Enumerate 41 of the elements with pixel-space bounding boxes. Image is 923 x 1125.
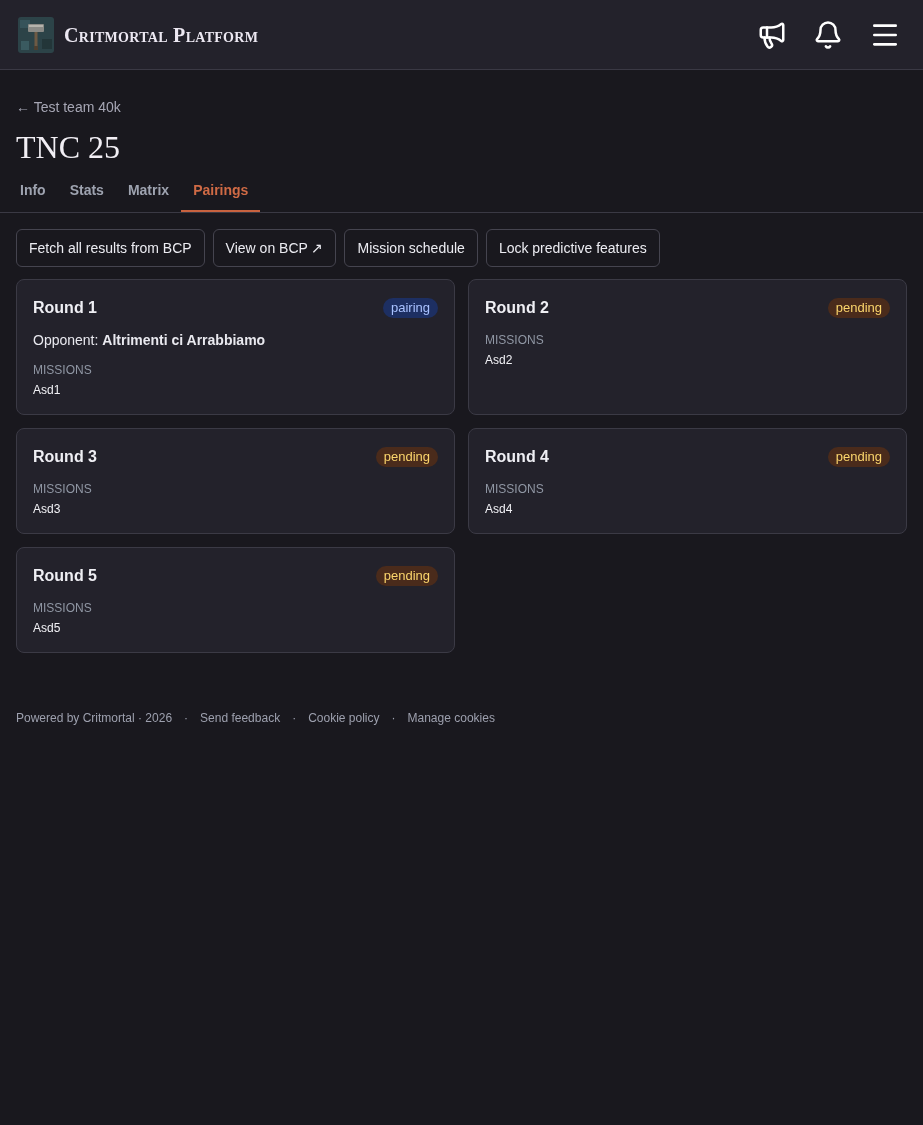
missions-label: MISSIONS [485,481,544,497]
round-title: Round 5 [33,566,97,586]
tab[interactable]: Matrix [115,172,182,212]
action-button[interactable]: Lock predictive features [485,229,660,267]
status-badge: pending [827,447,890,467]
missions-label: MISSIONS [33,600,92,616]
footer-link[interactable]: Cookie policy [308,710,380,726]
mission-name: Asd5 [33,620,61,636]
status-badge: pairing [382,298,438,318]
round-title: Round 3 [33,447,97,467]
status-badge: pending [375,566,438,586]
mission-name: Asd3 [33,501,61,517]
separator-dot: · [391,710,396,726]
page-title: TNC 25 [16,128,120,167]
mission-name: Asd1 [33,382,61,398]
missions-label: MISSIONS [485,332,544,348]
action-button[interactable]: Mission schedule [344,229,478,267]
action-button[interactable]: View on BCP ↗ [212,229,337,267]
notifications-icon[interactable] [813,19,843,50]
opponent-text: Opponent: Altrimenti ci Arrabbiamo [33,331,266,350]
action-button[interactable]: Fetch all results from BCP [16,229,205,267]
footer-link[interactable]: Send feedback [200,710,281,726]
missions-label: MISSIONS [33,362,92,378]
footer-link[interactable]: Manage cookies [407,710,495,726]
hammer-logo-icon [18,16,54,53]
footer-credit: Powered by Critmortal · 2026 [16,710,173,726]
round-title: Round 2 [485,298,549,318]
tab[interactable]: Stats [57,172,116,212]
separator-dot: · [184,710,189,726]
round-title: Round 4 [485,447,549,467]
status-badge: pending [375,447,438,467]
app-title: Critmortal Platform [64,22,259,48]
back-link[interactable]: ← Test team 40k [16,97,121,117]
tab[interactable]: Pairings [181,172,261,212]
mission-name: Asd2 [485,352,513,368]
missions-label: MISSIONS [33,481,92,497]
status-badge: pending [827,298,890,318]
separator-dot: · [292,710,297,726]
round-title: Round 1 [33,298,97,318]
tab[interactable]: Info [8,172,58,212]
mission-name: Asd4 [485,501,513,517]
